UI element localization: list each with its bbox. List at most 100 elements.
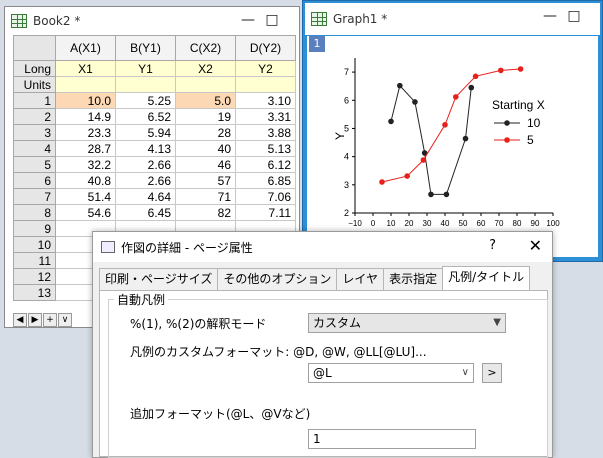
table-cell[interactable]: 3.88 (235, 124, 296, 141)
table-cell[interactable]: 5.25 (115, 92, 176, 109)
table-cell[interactable]: 46 (175, 156, 236, 173)
help-button[interactable]: ? (489, 238, 496, 253)
table-cell[interactable]: 5.0 (175, 92, 236, 109)
sheet-list-icon[interactable]: ∨ (58, 313, 72, 327)
row-header[interactable]: 2 (13, 108, 56, 125)
table-cell[interactable]: 2.66 (115, 172, 176, 189)
table-cell[interactable]: 2.66 (115, 156, 176, 173)
tab-display[interactable]: 表示指定 (383, 268, 444, 290)
worksheet-icon (11, 14, 27, 28)
table-cell[interactable]: 23.3 (55, 124, 116, 141)
table-cell[interactable]: 6.45 (115, 204, 176, 221)
long-name-cell[interactable]: X1 (55, 60, 116, 77)
row-header[interactable]: 4 (13, 140, 56, 157)
table-row[interactable]: 3 23.3 5.94 28 3.88 (13, 124, 296, 141)
mode-select[interactable]: カスタム ▼ (308, 313, 506, 333)
units-cell[interactable] (55, 76, 116, 93)
column-header[interactable]: D(Y2) (235, 35, 296, 61)
grid-corner[interactable] (13, 35, 56, 61)
table-cell[interactable]: 5.94 (115, 124, 176, 141)
row-header[interactable]: 9 (13, 220, 56, 237)
table-cell[interactable]: 6.85 (235, 172, 296, 189)
table-row[interactable]: 1 10.0 5.25 5.0 3.10 (13, 92, 296, 109)
row-header[interactable]: 1 (13, 92, 56, 109)
table-cell[interactable]: 32.2 (55, 156, 116, 173)
table-cell[interactable]: 40.8 (55, 172, 116, 189)
tab-layer[interactable]: レイヤ (336, 268, 385, 290)
tab-other-options[interactable]: その他のオプション (217, 268, 338, 290)
table-cell[interactable]: 7.11 (235, 204, 296, 221)
table-cell[interactable]: 10.0 (55, 92, 116, 109)
y-tick-label: 4 (344, 152, 349, 162)
row-header-long[interactable]: Long (13, 60, 56, 77)
next-icon[interactable]: ▶ (28, 313, 42, 327)
long-name-cell[interactable]: X2 (175, 60, 236, 77)
row-header[interactable]: 12 (13, 268, 56, 285)
row-header[interactable]: 6 (13, 172, 56, 189)
table-row[interactable]: 4 28.7 4.13 40 5.13 (13, 140, 296, 157)
row-header[interactable]: 13 (13, 284, 56, 301)
row-header[interactable]: 7 (13, 188, 56, 205)
tab-print-page-size[interactable]: 印刷・ページサイズ (99, 268, 219, 290)
row-header[interactable]: 10 (13, 236, 56, 253)
data-point (468, 84, 475, 91)
chevron-down-icon: ∨ (461, 367, 469, 378)
line-chart[interactable]: −10 0 10 20 30 40 50 60 70 80 90 100 2 3 4 5 6 7 Y Starting… (302, 0, 603, 262)
table-row[interactable]: 2 14.9 6.52 19 3.31 (13, 108, 296, 125)
tab-legends-titles[interactable]: 凡例/タイトル (442, 266, 531, 290)
table-cell[interactable]: 6.52 (115, 108, 176, 125)
units-cell[interactable] (235, 76, 296, 93)
prev-icon[interactable]: ◀ (13, 313, 27, 327)
table-cell[interactable]: 5.13 (235, 140, 296, 157)
data-point (379, 179, 385, 185)
data-point (388, 118, 394, 125)
table-cell[interactable]: 7.06 (235, 188, 296, 205)
table-cell[interactable]: 82 (175, 204, 236, 221)
add-sheet-icon[interactable]: + (43, 313, 57, 327)
column-header[interactable]: A(X1) (55, 35, 116, 61)
plot-details-dialog[interactable]: 作図の詳細 - ページ属性 ? ✕ 印刷・ページサイズ その他のオプション レイ… (92, 231, 553, 458)
table-cell[interactable]: 54.6 (55, 204, 116, 221)
row-header[interactable]: 8 (13, 204, 56, 221)
long-name-cell[interactable]: Y1 (115, 60, 176, 77)
table-row[interactable]: 8 54.6 6.45 82 7.11 (13, 204, 296, 221)
y-tick-label: 3 (344, 180, 349, 190)
column-header[interactable]: B(Y1) (115, 35, 176, 61)
table-cell[interactable]: 14.9 (55, 108, 116, 125)
table-cell[interactable]: 3.10 (235, 92, 296, 109)
row-header[interactable]: 3 (13, 124, 56, 141)
dialog-app-icon (101, 241, 115, 253)
format-options-button[interactable]: > (482, 363, 502, 383)
table-cell[interactable]: 51.4 (55, 188, 116, 205)
extra-format-input[interactable]: 1 (308, 429, 476, 449)
table-row[interactable]: 5 32.2 2.66 46 6.12 (13, 156, 296, 173)
workbook-title-bar[interactable]: Book2 * — □ (5, 7, 299, 35)
table-row[interactable]: 7 51.4 4.64 71 7.06 (13, 188, 296, 205)
long-name-cell[interactable]: Y2 (235, 60, 296, 77)
maximize-button[interactable]: □ (261, 10, 283, 32)
table-cell[interactable]: 19 (175, 108, 236, 125)
custom-format-combo[interactable]: @L ∨ (308, 363, 474, 383)
y-axis-label: Y (333, 132, 347, 140)
close-button[interactable]: ✕ (529, 236, 542, 255)
table-cell[interactable]: 6.12 (235, 156, 296, 173)
data-point (472, 73, 479, 80)
minimize-button[interactable]: — (237, 10, 259, 32)
dialog-title-bar[interactable]: 作図の詳細 - ページ属性 ? ✕ (93, 232, 552, 262)
units-cell[interactable] (115, 76, 176, 93)
column-header[interactable]: C(X2) (175, 35, 236, 61)
legends-tab-pane: 自動凡例 %(1), %(2)の解釈モード カスタム ▼ 凡例のカスタムフォーマ… (99, 290, 548, 458)
table-cell[interactable]: 4.64 (115, 188, 176, 205)
row-header[interactable]: 11 (13, 252, 56, 269)
table-cell[interactable]: 71 (175, 188, 236, 205)
row-header[interactable]: 5 (13, 156, 56, 173)
table-cell[interactable]: 28 (175, 124, 236, 141)
row-header-units[interactable]: Units (13, 76, 56, 93)
table-cell[interactable]: 57 (175, 172, 236, 189)
table-cell[interactable]: 4.13 (115, 140, 176, 157)
units-cell[interactable] (175, 76, 236, 93)
table-cell[interactable]: 28.7 (55, 140, 116, 157)
table-cell[interactable]: 3.31 (235, 108, 296, 125)
table-cell[interactable]: 40 (175, 140, 236, 157)
table-row[interactable]: 6 40.8 2.66 57 6.85 (13, 172, 296, 189)
